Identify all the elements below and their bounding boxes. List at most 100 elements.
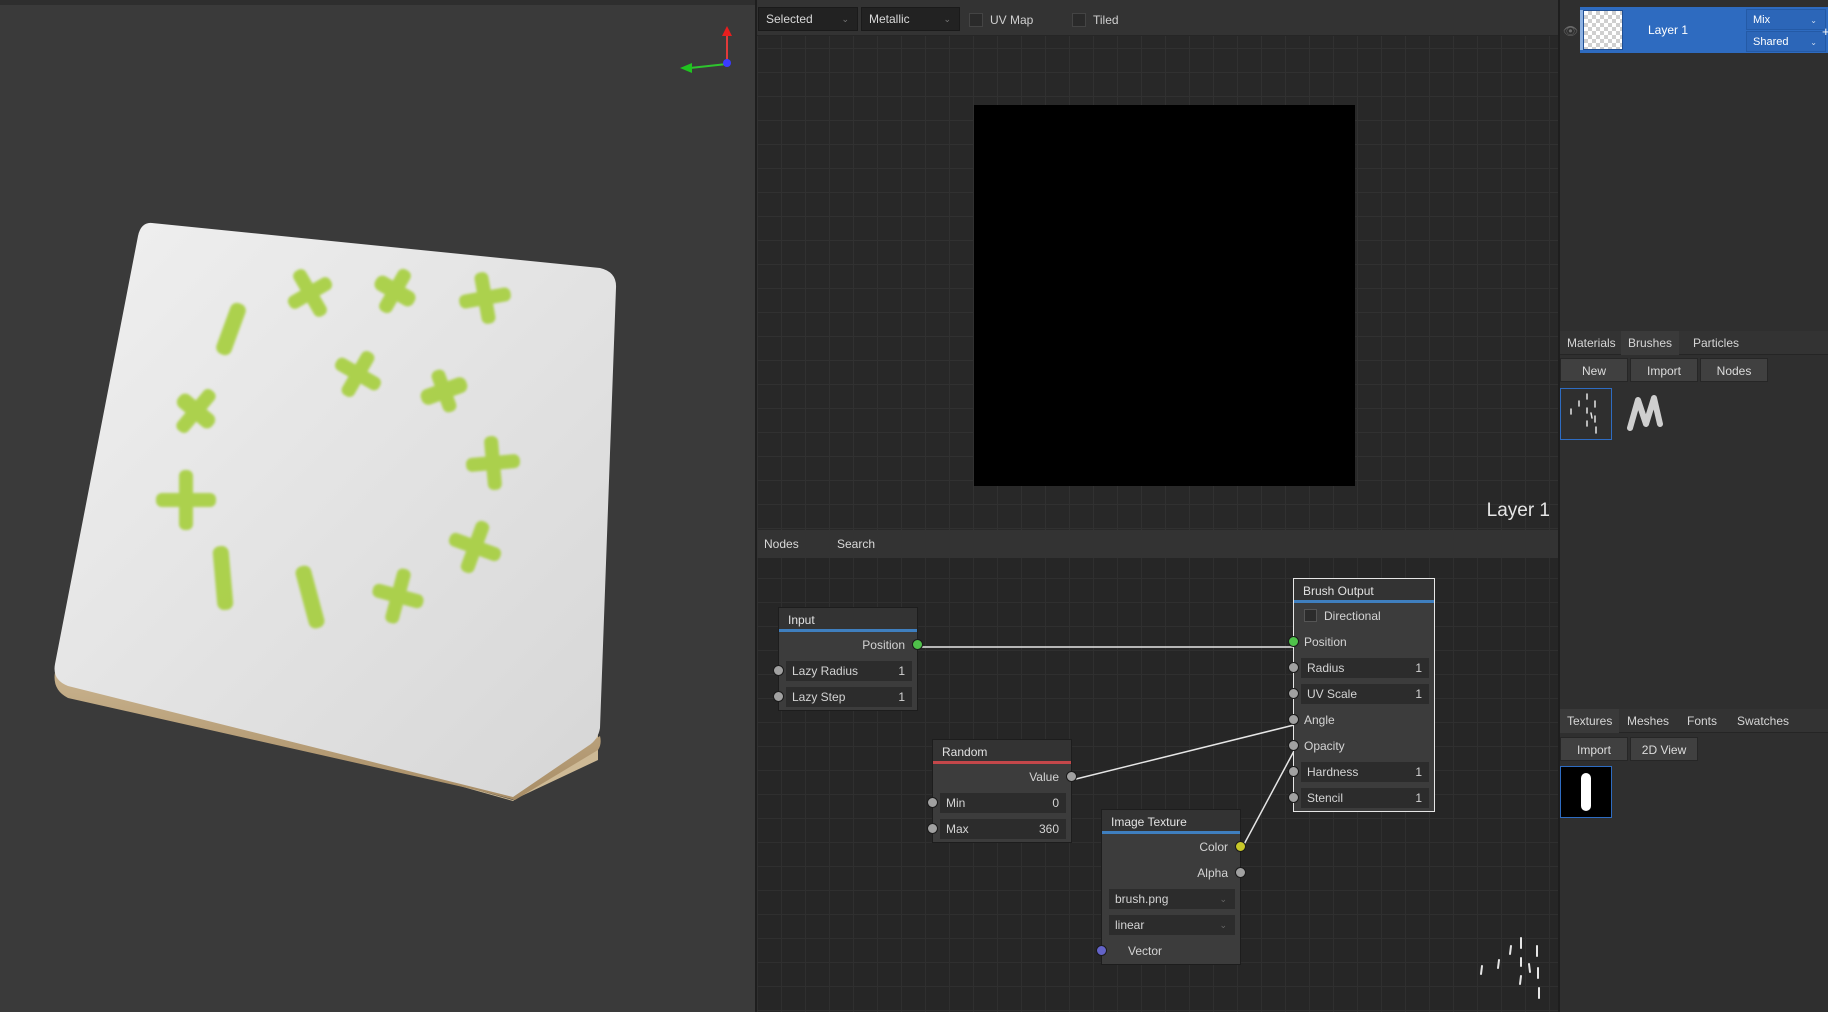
output-socket-color[interactable] <box>1235 841 1246 852</box>
socket-row-opacity: Opacity <box>1288 733 1434 759</box>
output-socket-position[interactable] <box>912 639 923 650</box>
input-socket-angle[interactable] <box>1288 714 1299 725</box>
uv-map-checkbox[interactable]: UV Map <box>969 10 1033 30</box>
link-angle <box>1071 724 1295 781</box>
input-socket-min[interactable] <box>927 797 938 808</box>
input-socket-lazy-radius[interactable] <box>773 665 784 676</box>
texture-canvas[interactable] <box>974 105 1355 486</box>
eye-icon[interactable]: 👁 <box>1563 24 1578 38</box>
layer-object-select[interactable]: Shared ⌄ <box>1746 31 1826 52</box>
stencil-value: 1 <box>1415 791 1422 805</box>
vector-label: Vector <box>1128 944 1163 958</box>
add-layer-button[interactable]: + <box>1822 24 1828 39</box>
uv-scale-field[interactable]: UV Scale 1 <box>1301 684 1429 704</box>
file-row: brush.png ⌄ <box>1102 886 1240 912</box>
node-brush-output[interactable]: Brush Output Directional Position Radius… <box>1288 578 1435 812</box>
layer-name[interactable]: Layer 1 <box>1648 7 1688 53</box>
node-brush-output-title[interactable]: Brush Output <box>1294 579 1434 603</box>
checkbox-box[interactable] <box>1072 12 1086 27</box>
layer-blending-value: Mix <box>1753 14 1771 26</box>
socket-row-position: Position <box>779 632 923 658</box>
input-socket-stencil[interactable] <box>1288 792 1299 803</box>
input-socket-max[interactable] <box>927 823 938 834</box>
viewport-scene <box>54 26 732 801</box>
tab-fonts[interactable]: Fonts <box>1680 709 1724 733</box>
layer-mask-indicator <box>1580 10 1583 50</box>
brush-thumbnail-stroke[interactable] <box>1620 388 1672 440</box>
tab-materials[interactable]: Materials <box>1560 331 1623 355</box>
input-socket-uv-scale[interactable] <box>1288 688 1299 699</box>
lazy-radius-field[interactable]: Lazy Radius 1 <box>786 661 912 681</box>
uv-map-label: UV Map <box>990 13 1034 27</box>
node-image-texture[interactable]: Image Texture Color Alpha brush.png ⌄ li… <box>1096 809 1246 965</box>
min-label: Min <box>946 796 966 810</box>
channel-mode-dropdown[interactable]: Selected ⌄ <box>758 7 858 31</box>
max-row: Max 360 <box>927 816 1071 842</box>
layer-row[interactable]: Layer 1 Mix ⌄ Shared ⌄ <box>1580 7 1828 53</box>
texture-tabs: Textures Meshes Fonts Swatches <box>1560 709 1828 733</box>
brush-nodes-button[interactable]: Nodes <box>1700 358 1768 382</box>
hardness-label: Hardness <box>1307 765 1359 779</box>
axis-gizmo <box>680 26 732 73</box>
lazy-step-field[interactable]: Lazy Step 1 <box>786 687 912 707</box>
node-random[interactable]: Random Value Min 0 Max 360 <box>927 739 1077 843</box>
input-socket-hardness[interactable] <box>1288 766 1299 777</box>
tab-meshes[interactable]: Meshes <box>1620 709 1676 733</box>
input-socket-opacity[interactable] <box>1288 740 1299 751</box>
input-socket-vector[interactable] <box>1096 945 1107 956</box>
output-socket-alpha[interactable] <box>1235 867 1246 878</box>
brush-scatter-icon <box>1570 393 1597 434</box>
node-input-title[interactable]: Input <box>779 608 917 632</box>
new-brush-button[interactable]: New <box>1560 358 1628 382</box>
channel-mode-value: Selected <box>766 12 813 26</box>
channel-dropdown[interactable]: Metallic ⌄ <box>861 7 960 31</box>
chevron-down-icon: ⌄ <box>1810 16 1817 25</box>
texture-view-toolbar: Selected ⌄ Metallic ⌄ UV Map Tiled <box>757 0 1558 36</box>
radius-value: 1 <box>1415 661 1422 675</box>
hardness-field[interactable]: Hardness 1 <box>1301 762 1429 782</box>
position-label: Position <box>862 638 905 652</box>
image-file-select[interactable]: brush.png ⌄ <box>1109 889 1235 909</box>
node-input[interactable]: Input Position Lazy Radius 1 Lazy Step 1 <box>773 607 923 711</box>
brush-thumbnail-selected[interactable] <box>1560 388 1612 440</box>
stencil-field[interactable]: Stencil 1 <box>1301 788 1429 808</box>
tab-particles[interactable]: Particles <box>1686 331 1746 355</box>
radius-field[interactable]: Radius 1 <box>1301 658 1429 678</box>
tab-textures[interactable]: Textures <box>1560 709 1620 733</box>
viewport-3d[interactable] <box>0 0 756 1012</box>
layer-thumbnail[interactable] <box>1583 10 1623 50</box>
value-label: Value <box>1029 770 1059 784</box>
stencil-row: Stencil 1 <box>1288 785 1434 811</box>
input-socket-position[interactable] <box>1288 636 1299 647</box>
min-field[interactable]: Min 0 <box>940 793 1066 813</box>
tiled-checkbox[interactable]: Tiled <box>1072 10 1119 30</box>
input-socket-lazy-step[interactable] <box>773 691 784 702</box>
input-socket-radius[interactable] <box>1288 662 1299 673</box>
import-texture-button[interactable]: Import <box>1560 737 1628 761</box>
interpolation-select[interactable]: linear ⌄ <box>1109 915 1235 935</box>
tab-swatches[interactable]: Swatches <box>1730 709 1796 733</box>
texture-thumbnail[interactable] <box>1560 766 1612 818</box>
tab-brushes[interactable]: Brushes <box>1621 331 1680 355</box>
asset-tabs: Materials Brushes Particles <box>1560 331 1828 355</box>
position-in-label: Position <box>1304 635 1347 649</box>
chevron-down-icon: ⌄ <box>841 14 849 24</box>
node-editor[interactable]: Nodes Search Input Position Lazy Radius … <box>757 530 1558 1012</box>
lazy-radius-label: Lazy Radius <box>792 664 859 678</box>
2d-view-button[interactable]: 2D View <box>1630 737 1698 761</box>
checkbox-box[interactable] <box>969 12 983 27</box>
socket-row-value: Value <box>933 764 1077 790</box>
directional-row: Directional <box>1294 603 1434 629</box>
node-random-title[interactable]: Random <box>933 740 1071 764</box>
layer-blending-select[interactable]: Mix ⌄ <box>1746 9 1826 30</box>
node-image-texture-title[interactable]: Image Texture <box>1102 810 1240 834</box>
chevron-down-icon: ⌄ <box>1810 38 1817 47</box>
output-socket-value[interactable] <box>1066 771 1077 782</box>
import-brush-button[interactable]: Import <box>1630 358 1698 382</box>
uv-scale-value: 1 <box>1415 687 1422 701</box>
directional-checkbox[interactable] <box>1304 609 1317 623</box>
max-field[interactable]: Max 360 <box>940 819 1066 839</box>
texture-view-2d[interactable]: Selected ⌄ Metallic ⌄ UV Map Tiled Layer… <box>757 0 1558 530</box>
image-file-value: brush.png <box>1115 892 1169 906</box>
tiled-label: Tiled <box>1093 13 1119 27</box>
